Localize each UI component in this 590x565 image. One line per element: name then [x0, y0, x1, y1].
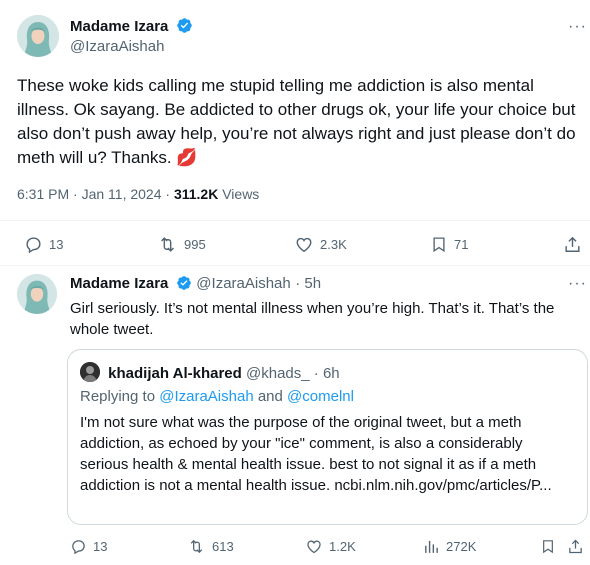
author-name-row: Madame Izara [70, 17, 193, 39]
reply-button[interactable]: 13 [70, 538, 107, 555]
tweet-text: These woke kids calling me stupid tellin… [17, 76, 576, 167]
reply-author-avatar[interactable] [17, 274, 57, 314]
replying-to-user-link[interactable]: @IzaraAishah [159, 388, 253, 405]
share-button[interactable] [567, 538, 584, 555]
verified-badge-icon [176, 275, 192, 296]
reply-more-options-icon[interactable]: ··· [568, 275, 587, 293]
author-handle[interactable]: @IzaraAishah [70, 38, 164, 55]
more-options-icon[interactable]: ··· [568, 18, 587, 36]
reply-timestamp[interactable]: · 5h [295, 275, 321, 292]
retweet-button[interactable]: 613 [187, 538, 234, 555]
reply-header: Madame Izara @IzaraAishah · 5h [70, 275, 321, 296]
share-icon [569, 539, 582, 554]
hijab-avatar-image [17, 274, 57, 314]
quote-timestamp[interactable]: · 6h [314, 365, 340, 382]
tweet-timestamp[interactable]: 6:31 PM · Jan 11, 2024 · [17, 186, 174, 202]
bookmark-count: 71 [454, 237, 469, 252]
views-label: Views [218, 186, 260, 202]
like-button[interactable]: 2.3K [294, 235, 347, 254]
bookmark-button[interactable] [540, 538, 556, 555]
reply-count: 13 [49, 237, 64, 252]
like-count: 1.2K [329, 539, 356, 554]
reply-text: Girl seriously. It’s not mental illness … [70, 300, 555, 338]
author-avatar[interactable] [17, 15, 59, 57]
views-count: 311.2K [173, 186, 219, 202]
reply-count: 13 [93, 539, 108, 554]
replying-to-prefix: Replying to [80, 388, 160, 405]
heart-icon [307, 540, 321, 554]
hijab-avatar-image [17, 15, 59, 57]
reply-icon [26, 237, 41, 254]
views-chart-icon [425, 540, 438, 553]
reply-author-handle[interactable]: @IzaraAishah [196, 275, 290, 292]
quote-author-name[interactable]: khadijah Al-khared [108, 365, 242, 382]
replying-to-and: and [253, 388, 288, 405]
retweet-count: 995 [184, 237, 206, 252]
quote-replying-to: Replying to @IzaraAishah and @comelnl [80, 388, 354, 405]
share-icon [565, 236, 580, 252]
like-button[interactable]: 1.2K [305, 538, 356, 555]
like-count: 2.3K [320, 237, 347, 252]
verified-badge-icon [176, 17, 193, 39]
share-button[interactable] [563, 235, 582, 254]
bookmark-button[interactable]: 71 [430, 235, 468, 254]
reply-button[interactable]: 13 [24, 235, 63, 254]
quote-text: I'm not sure what was the purpose of the… [80, 414, 552, 494]
quoted-tweet-card[interactable]: khadijah Al-khared @khads_ · 6h Replying… [67, 349, 588, 525]
retweet-count: 613 [212, 539, 234, 554]
quote-author-handle[interactable]: @khads_ [246, 365, 310, 382]
author-name[interactable]: Madame Izara [70, 18, 168, 35]
views-count: 272K [446, 539, 477, 554]
retweet-icon [190, 539, 203, 554]
bookmark-icon [433, 237, 445, 253]
avatar-image [80, 362, 100, 382]
heart-icon [296, 237, 312, 253]
quote-author-avatar[interactable] [80, 362, 100, 382]
reply-author-name[interactable]: Madame Izara [70, 275, 168, 292]
retweet-icon [161, 237, 174, 252]
retweet-button[interactable]: 995 [157, 235, 206, 254]
divider [0, 265, 590, 266]
divider [0, 220, 590, 221]
tweet-meta: 6:31 PM · Jan 11, 2024 · 311.2K Views [17, 186, 259, 202]
replying-to-user-link[interactable]: @comelnl [287, 388, 354, 405]
bookmark-icon [543, 540, 553, 554]
views-button[interactable]: 272K [423, 538, 476, 555]
quote-header: khadijah Al-khared @khads_ · 6h [80, 362, 340, 382]
reply-icon [72, 540, 85, 555]
